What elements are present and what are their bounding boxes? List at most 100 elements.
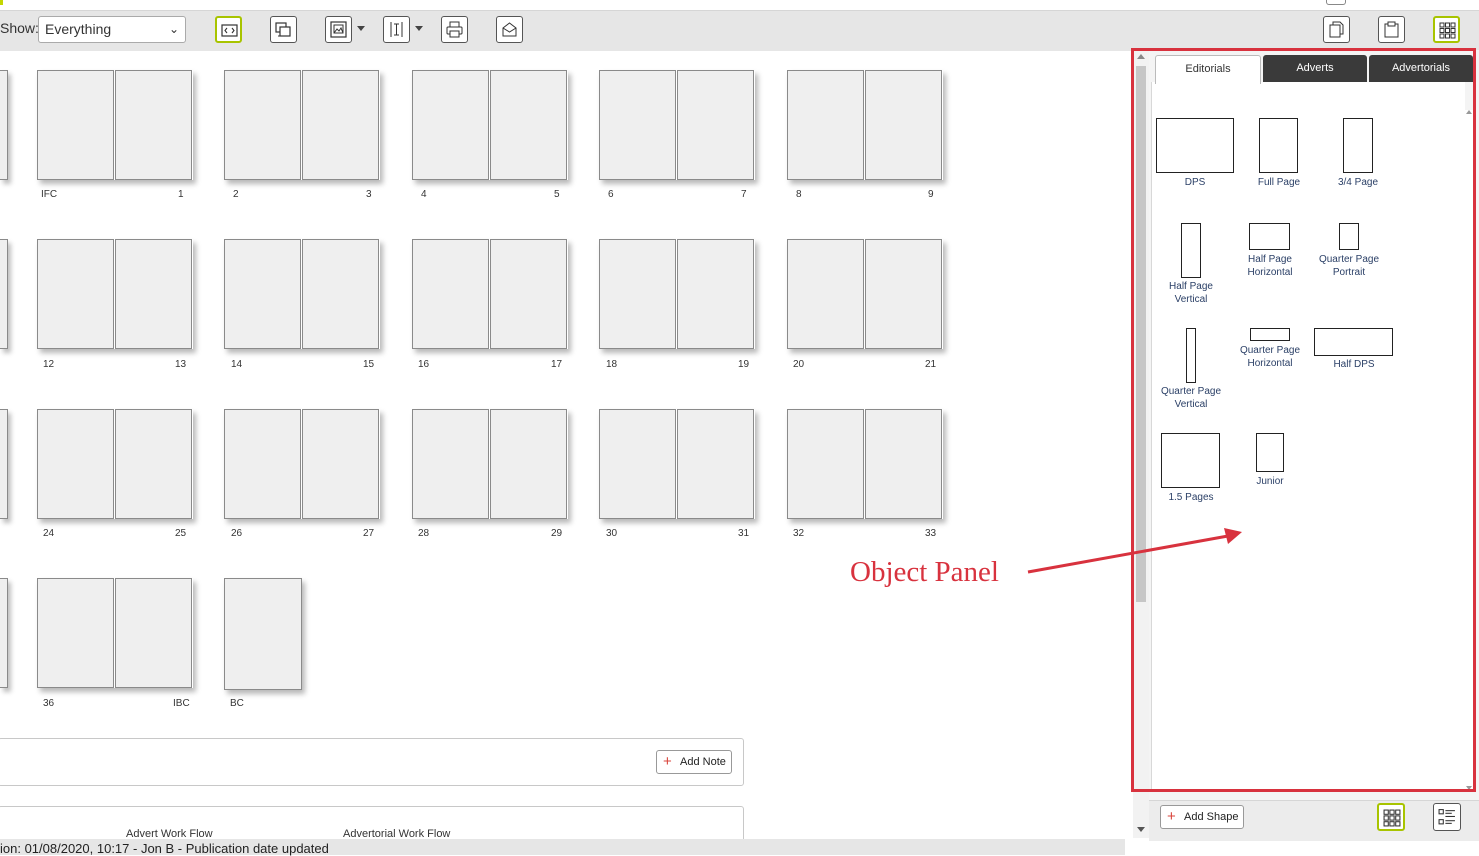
email-button[interactable]: [496, 16, 523, 43]
page-thumbnail[interactable]: [37, 239, 114, 349]
page-thumbnail[interactable]: [599, 70, 676, 180]
page-thumbnail[interactable]: [490, 70, 567, 180]
page-thumbnail[interactable]: [115, 578, 192, 688]
shape-one-and-half-pages[interactable]: [1161, 433, 1220, 488]
page-thumbnail[interactable]: [677, 239, 754, 349]
page-spread[interactable]: [599, 70, 755, 180]
page-spread[interactable]: [224, 239, 380, 349]
tab-adverts[interactable]: Adverts: [1263, 55, 1367, 82]
page-spread[interactable]: [37, 409, 193, 519]
page-thumbnail[interactable]: [302, 409, 379, 519]
annotation-label: Object Panel: [850, 556, 999, 588]
page-thumbnail[interactable]: [115, 239, 192, 349]
page-thumbnail[interactable]: [0, 578, 8, 688]
shape-half-dps[interactable]: [1314, 328, 1393, 356]
page-thumbnail[interactable]: [37, 70, 114, 180]
shape-quarter-page-portrait[interactable]: [1339, 223, 1359, 250]
scroll-down-icon[interactable]: [1466, 786, 1472, 790]
main-scrollbar[interactable]: [1133, 50, 1149, 838]
page-thumbnail[interactable]: [37, 578, 114, 688]
shape-three-quarter-page[interactable]: [1343, 118, 1373, 173]
page-spread[interactable]: [412, 239, 568, 349]
page-thumbnail[interactable]: [787, 70, 864, 180]
plus-icon: +: [1167, 808, 1176, 825]
shape-dps[interactable]: [1156, 118, 1234, 173]
page-thumbnail[interactable]: [115, 70, 192, 180]
page-thumbnail[interactable]: [787, 239, 864, 349]
scroll-up-icon[interactable]: [1137, 54, 1145, 59]
shape-label: Junior: [1256, 476, 1284, 487]
page-spread[interactable]: [787, 409, 943, 519]
show-filter-select[interactable]: Everything ⌄: [38, 16, 186, 43]
page-spread[interactable]: [599, 239, 755, 349]
page-label: 25: [175, 528, 187, 539]
page-spread[interactable]: [224, 70, 380, 180]
page-spread[interactable]: [412, 409, 568, 519]
page-thumbnail[interactable]: [865, 409, 942, 519]
page-thumbnail[interactable]: [0, 239, 8, 349]
page-thumbnail[interactable]: [865, 239, 942, 349]
page-thumbnail[interactable]: [677, 409, 754, 519]
panel-grid-view-button[interactable]: [1377, 803, 1405, 831]
page-spread[interactable]: [37, 70, 193, 180]
layers-button[interactable]: [270, 16, 297, 43]
page-thumbnail[interactable]: [0, 70, 8, 180]
column-dropdown-icon[interactable]: [415, 26, 423, 31]
scroll-down-icon[interactable]: [1137, 827, 1145, 832]
page-thumbnail[interactable]: [224, 239, 301, 349]
page-thumbnail[interactable]: [0, 409, 8, 519]
page-spread[interactable]: [412, 70, 568, 180]
page-thumbnail[interactable]: [490, 239, 567, 349]
print-button[interactable]: [441, 16, 468, 43]
image-button[interactable]: [325, 16, 352, 43]
top-tab-icon[interactable]: [1326, 0, 1346, 5]
shape-junior[interactable]: [1256, 433, 1284, 472]
page-thumbnail[interactable]: [37, 409, 114, 519]
email-icon: [502, 22, 517, 37]
add-shape-button[interactable]: + Add Shape: [1160, 805, 1244, 829]
page-thumbnail[interactable]: [599, 239, 676, 349]
page-spread[interactable]: [787, 239, 943, 349]
page-spread[interactable]: [37, 578, 193, 688]
page-spread[interactable]: [224, 409, 380, 519]
page-spread[interactable]: [37, 239, 193, 349]
shape-label: Quarter Page Portrait: [1318, 254, 1380, 278]
copy-pages-button[interactable]: [1323, 16, 1350, 43]
shape-label: Full Page: [1257, 177, 1301, 188]
page-thumbnail[interactable]: [224, 70, 301, 180]
page-thumbnail[interactable]: [412, 239, 489, 349]
page-thumbnail[interactable]: [224, 409, 301, 519]
panel-scrollbar[interactable]: [1464, 110, 1474, 790]
page-label: 6: [608, 189, 614, 200]
page-thumbnail[interactable]: [115, 409, 192, 519]
shape-half-page-horizontal[interactable]: [1249, 223, 1290, 250]
shape-half-page-vertical[interactable]: [1181, 223, 1201, 278]
image-dropdown-icon[interactable]: [357, 26, 365, 31]
tab-advertorials[interactable]: Advertorials: [1369, 55, 1473, 82]
page-thumbnail[interactable]: [490, 409, 567, 519]
page-thumbnail[interactable]: [302, 239, 379, 349]
page-thumbnail[interactable]: [677, 70, 754, 180]
page-thumbnail[interactable]: [224, 578, 302, 690]
panel-list-view-button[interactable]: [1433, 803, 1461, 831]
clipboard-button[interactable]: [1378, 16, 1405, 43]
fit-view-button[interactable]: [215, 16, 242, 43]
shape-label: Half Page Vertical: [1169, 281, 1213, 305]
column-width-button[interactable]: [383, 16, 410, 43]
shape-quarter-page-horizontal[interactable]: [1250, 328, 1290, 341]
scroll-up-icon[interactable]: [1466, 110, 1472, 114]
page-thumbnail[interactable]: [412, 70, 489, 180]
page-thumbnail[interactable]: [865, 70, 942, 180]
page-spread[interactable]: [599, 409, 755, 519]
shape-quarter-page-vertical[interactable]: [1186, 328, 1196, 383]
shape-full-page[interactable]: [1259, 118, 1298, 173]
add-note-button[interactable]: + Add Note: [656, 750, 732, 774]
grid-view-button[interactable]: [1433, 16, 1460, 43]
tab-editorials[interactable]: Editorials: [1155, 55, 1261, 84]
page-thumbnail[interactable]: [787, 409, 864, 519]
page-spread[interactable]: [787, 70, 943, 180]
chevron-down-icon: ⌄: [168, 22, 179, 36]
page-thumbnail[interactable]: [302, 70, 379, 180]
page-thumbnail[interactable]: [412, 409, 489, 519]
page-thumbnail[interactable]: [599, 409, 676, 519]
